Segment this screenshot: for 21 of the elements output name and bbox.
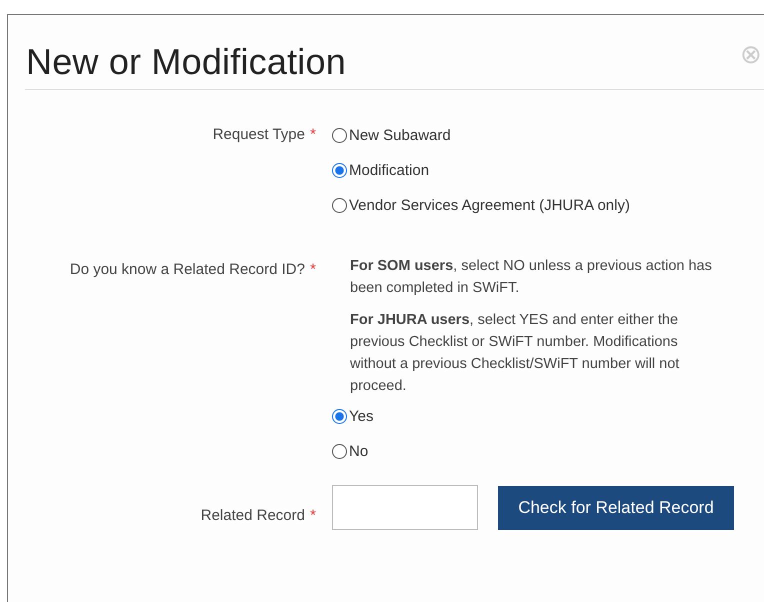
radio-option[interactable]: Modification — [332, 153, 764, 188]
help-text: For SOM users, select NO unless a previous action has been completed in SWiFT. — [350, 257, 713, 298]
radio-button[interactable] — [332, 128, 347, 143]
help-text: For JHURA users, select YES and enter either the previous Checklist or SWiFT number. Modifications without a previous Checklist/SWiFT number will not proceed. — [350, 311, 680, 396]
radio-option[interactable]: Yes — [332, 399, 764, 434]
required-mark: * — [310, 507, 316, 524]
required-mark: * — [310, 261, 316, 278]
radio-option[interactable]: New Subaward — [332, 118, 764, 153]
radio-button[interactable] — [332, 444, 347, 459]
field-label: Do you know a Related Record ID? — [70, 261, 305, 278]
field-label: Related Record — [200, 507, 305, 524]
required-mark: * — [310, 126, 316, 143]
dialog-title: New or Modification — [26, 41, 346, 83]
radio-option[interactable]: Vendor Services Agreement (JHURA only) — [332, 188, 764, 223]
radio-button[interactable] — [332, 163, 347, 178]
check-button[interactable]: Check for Related Record — [498, 486, 734, 530]
field-label: Request Type — [212, 126, 305, 143]
input-field[interactable] — [332, 485, 478, 530]
radio-option[interactable]: No — [332, 434, 764, 469]
radio-button[interactable] — [332, 198, 347, 213]
radio-button[interactable] — [332, 409, 347, 424]
